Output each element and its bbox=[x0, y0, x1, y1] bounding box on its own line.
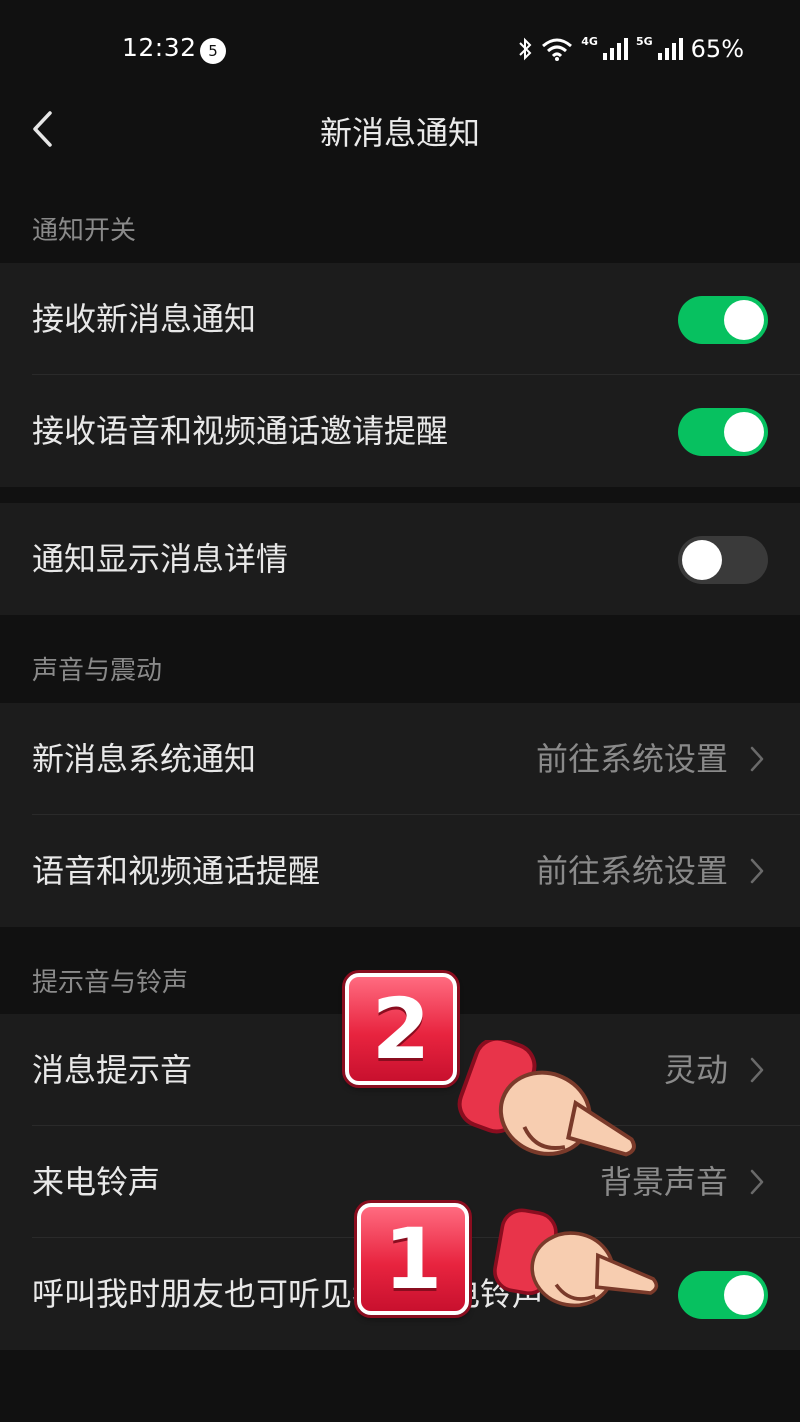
chevron-right-icon bbox=[750, 1169, 764, 1195]
row-new-message-system-notify[interactable]: 新消息系统通知 前往系统设置 bbox=[0, 703, 800, 815]
signal-icon-1 bbox=[602, 37, 628, 61]
row-value: 前往系统设置 bbox=[535, 740, 728, 778]
page-title: 新消息通知 bbox=[319, 114, 480, 152]
row-value: 灵动 bbox=[663, 1051, 728, 1089]
battery-percent: 65% bbox=[690, 35, 744, 63]
network-label-4g: 4G bbox=[581, 34, 598, 48]
section-header-tones: 提示音与铃声 bbox=[32, 968, 189, 998]
status-icons: 4G 5G 65% bbox=[517, 33, 744, 65]
section-header-notify-switch: 通知开关 bbox=[32, 216, 137, 246]
step-badge-1: 1 bbox=[357, 1203, 469, 1315]
notification-count-badge: 5 bbox=[200, 38, 226, 64]
step-badge-2: 2 bbox=[345, 973, 457, 1085]
row-label: 消息提示音 bbox=[32, 1051, 193, 1089]
toggle-knob bbox=[682, 540, 722, 580]
pointing-hand-icon bbox=[457, 1040, 636, 1157]
chevron-right-icon bbox=[750, 1057, 764, 1083]
toggle-receive-call-invite[interactable] bbox=[678, 408, 768, 456]
bluetooth-icon bbox=[517, 37, 533, 61]
toggle-friends-hear-ringtone[interactable] bbox=[678, 1271, 768, 1319]
group-sound-vibration: 新消息系统通知 前往系统设置 语音和视频通话提醒 前往系统设置 bbox=[0, 703, 800, 927]
nav-bar: 新消息通知 bbox=[0, 80, 800, 180]
row-label: 接收语音和视频通话邀请提醒 bbox=[32, 412, 449, 450]
section-header-sound-vibration: 声音与震动 bbox=[32, 656, 163, 686]
row-receive-call-invite[interactable]: 接收语音和视频通话邀请提醒 bbox=[0, 375, 800, 487]
row-receive-new-message[interactable]: 接收新消息通知 bbox=[0, 263, 800, 375]
row-label: 接收新消息通知 bbox=[32, 300, 257, 338]
network-label-5g: 5G bbox=[635, 34, 653, 48]
chevron-right-icon bbox=[750, 858, 764, 884]
row-label: 新消息系统通知 bbox=[32, 740, 257, 778]
row-label: 通知显示消息详情 bbox=[32, 540, 289, 578]
toggle-show-message-details[interactable] bbox=[678, 536, 768, 584]
toggle-knob bbox=[724, 412, 764, 452]
group-show-details: 通知显示消息详情 bbox=[0, 503, 800, 615]
toggle-knob bbox=[724, 1275, 764, 1315]
pointing-hand-icon bbox=[493, 1208, 659, 1308]
chevron-right-icon bbox=[750, 746, 764, 772]
status-time: 12:32 bbox=[122, 33, 197, 62]
row-call-reminder[interactable]: 语音和视频通话提醒 前往系统设置 bbox=[0, 815, 800, 927]
row-value: 前往系统设置 bbox=[535, 852, 728, 890]
toggle-knob bbox=[724, 300, 764, 340]
row-show-message-details[interactable]: 通知显示消息详情 bbox=[0, 503, 800, 615]
row-label: 来电铃声 bbox=[32, 1163, 161, 1201]
row-label: 语音和视频通话提醒 bbox=[32, 852, 321, 890]
signal-icon-2 bbox=[657, 37, 683, 61]
wifi-icon bbox=[541, 37, 573, 61]
group-notify-switch: 接收新消息通知 接收语音和视频通话邀请提醒 bbox=[0, 263, 800, 487]
toggle-receive-new-message[interactable] bbox=[678, 296, 768, 344]
